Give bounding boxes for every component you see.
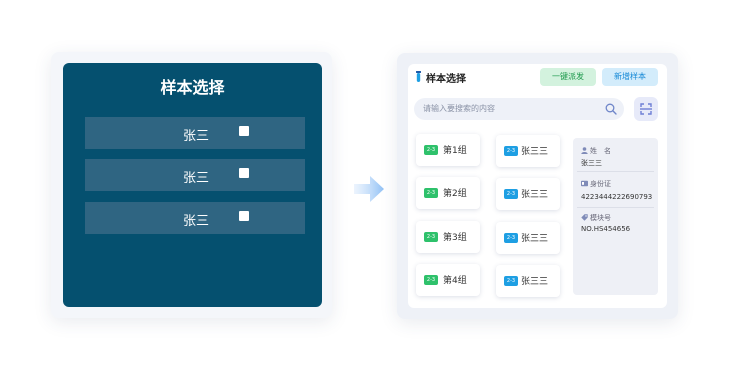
person-icon (581, 147, 588, 154)
search-icon[interactable] (605, 103, 617, 115)
group-card[interactable]: 2-3 第4组 (416, 264, 480, 296)
id-card-icon: 2-3 (504, 233, 518, 243)
member-label: 张三三 (521, 277, 549, 287)
search-input[interactable]: 请输入要搜索的内容 (414, 98, 624, 120)
member-card[interactable]: 2-3 张三三 (496, 135, 560, 167)
group-card[interactable]: 2-3 第2组 (416, 177, 480, 209)
group-label: 第2组 (443, 189, 467, 199)
group-card[interactable]: 2-3 第1组 (416, 134, 480, 166)
id-card-icon (581, 180, 588, 187)
member-card[interactable]: 2-3 张三三 (496, 178, 560, 210)
search-placeholder: 请输入要搜索的内容 (423, 104, 495, 113)
member-label: 张三三 (521, 190, 549, 200)
sample-row-name: 张三 (183, 171, 210, 186)
member-card[interactable]: 2-3 张三三 (496, 222, 560, 254)
group-label: 第1组 (443, 146, 467, 156)
sample-row-checkbox[interactable] (239, 168, 249, 178)
name-value: 张三三 (581, 159, 602, 167)
sample-row[interactable]: 张三 (85, 202, 305, 234)
scan-icon (640, 103, 652, 115)
id-card-icon: 2-3 (424, 275, 438, 285)
id-card-icon: 2-3 (504, 276, 518, 286)
sample-row[interactable]: 张三 (85, 159, 305, 191)
sample-row-checkbox[interactable] (239, 211, 249, 221)
sample-row-checkbox[interactable] (239, 126, 249, 136)
id-card-icon: 2-3 (504, 189, 518, 199)
group-label: 第3组 (443, 233, 467, 243)
id-value: 4223444222690793 (581, 193, 653, 201)
sample-row-name: 张三 (183, 129, 210, 144)
group-card[interactable]: 2-3 第3组 (416, 221, 480, 253)
sample-info-panel: 姓 名 张三三 身份证 4223444222690793 模块号 NO.HS45… (573, 138, 658, 295)
id-card-icon: 2-3 (504, 146, 518, 156)
member-label: 张三三 (521, 147, 549, 157)
id-card-icon: 2-3 (424, 232, 438, 242)
module-value: NO.HS454656 (581, 225, 631, 233)
group-label: 第4组 (443, 276, 467, 286)
sample-row[interactable]: 张三 (85, 117, 305, 149)
id-card-icon: 2-3 (424, 188, 438, 198)
sample-row-name: 张三 (183, 214, 210, 229)
test-tube-icon (416, 71, 421, 82)
add-sample-button[interactable]: 新增样本 (602, 68, 658, 86)
tag-icon (581, 214, 588, 221)
one-click-dispatch-button[interactable]: 一键派发 (540, 68, 596, 86)
id-card-icon: 2-3 (424, 145, 438, 155)
arrow-right-icon (354, 176, 384, 202)
module-label: 模块号 (590, 214, 611, 222)
id-label: 身份证 (590, 180, 611, 188)
left-panel-title: 样本选择 (160, 78, 225, 97)
divider (577, 171, 654, 172)
name-label: 姓 名 (590, 147, 611, 155)
member-label: 张三三 (521, 234, 549, 244)
right-panel-title: 样本选择 (426, 74, 466, 85)
member-card[interactable]: 2-3 张三三 (496, 265, 560, 297)
scan-button[interactable] (634, 97, 658, 121)
divider (577, 207, 654, 208)
